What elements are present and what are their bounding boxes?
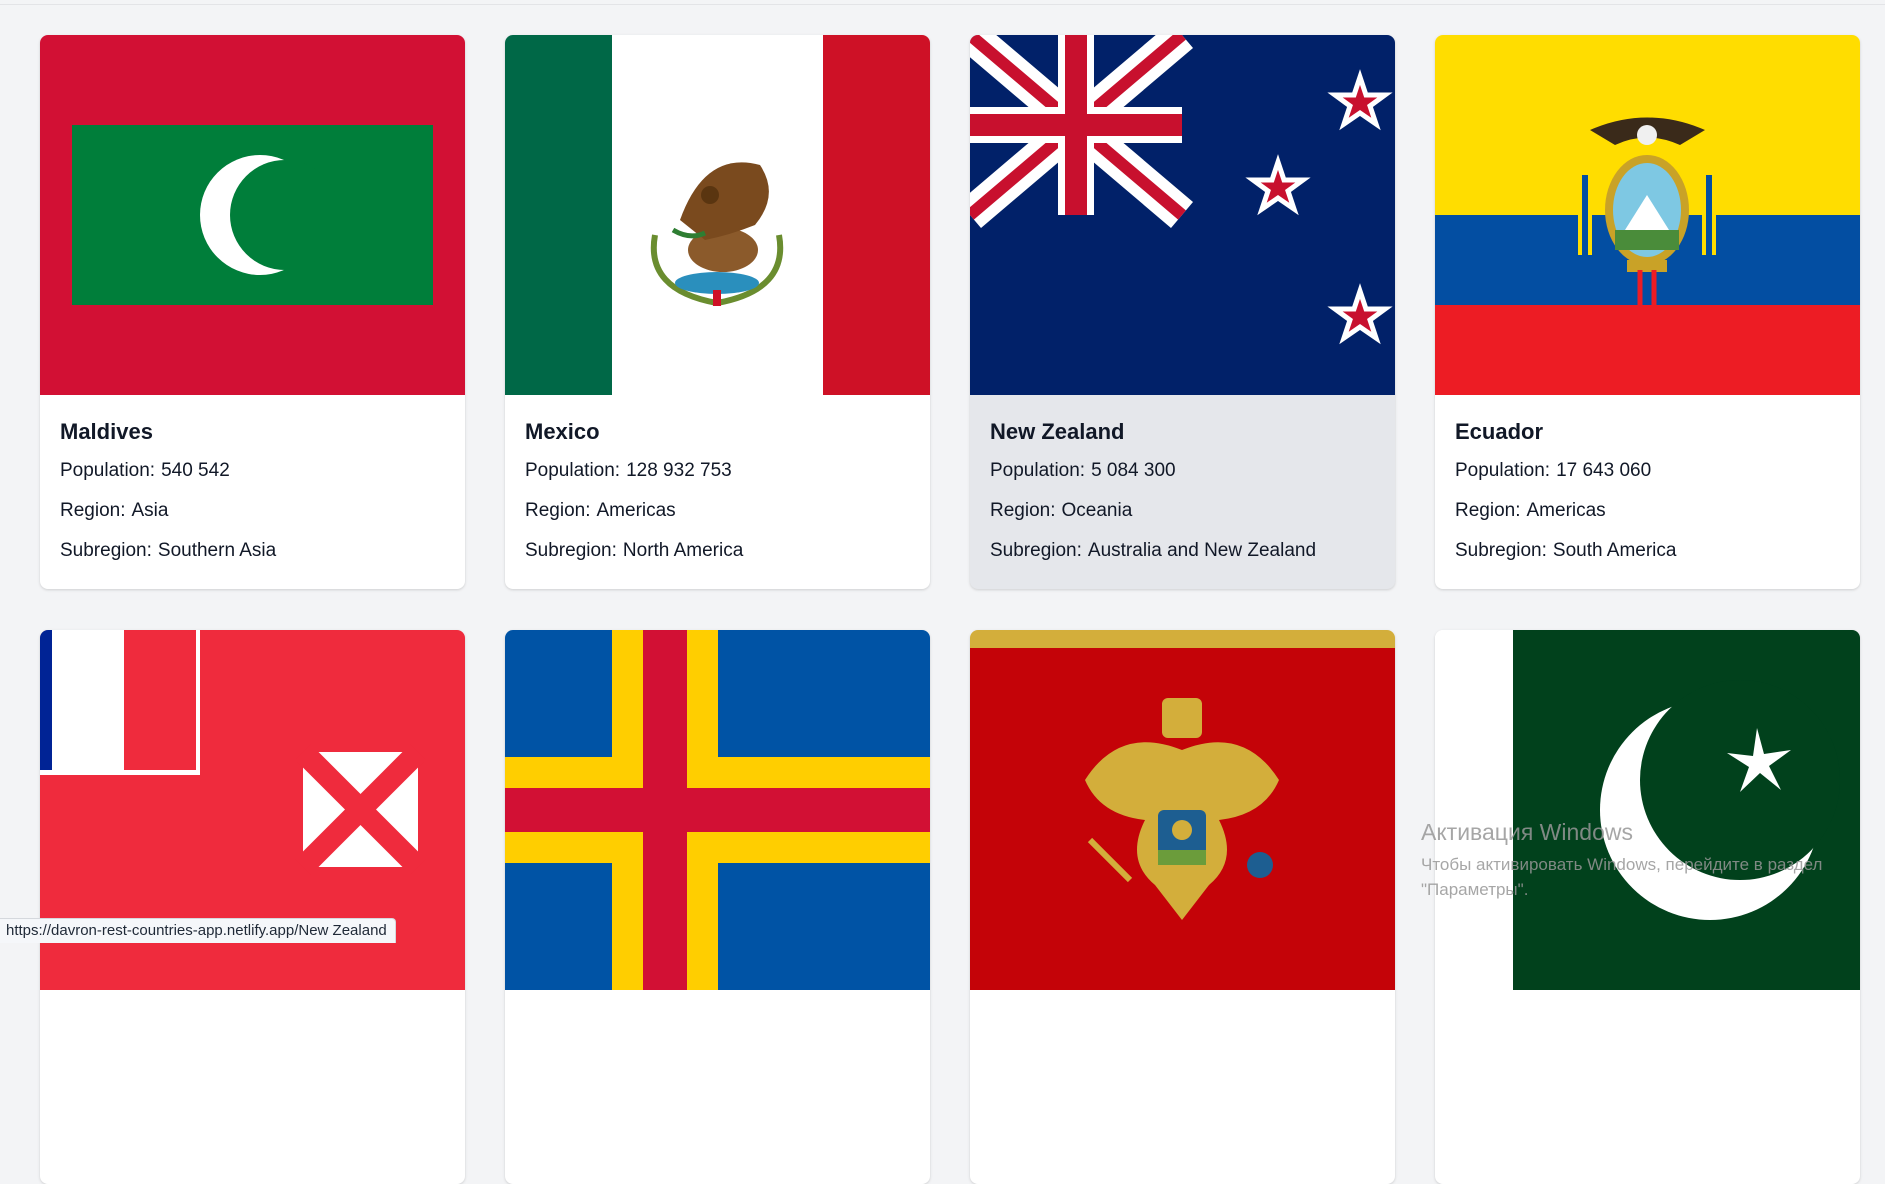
subregion-value: North America — [622, 540, 744, 561]
population-value: 5 084 300 — [1091, 460, 1176, 481]
country-card-aland-islands[interactable] — [505, 630, 930, 1184]
region-label: Region: — [525, 500, 591, 521]
country-card-montenegro[interactable] — [970, 630, 1395, 1184]
region-line: Region: Oceania — [990, 500, 1375, 522]
region-line: Region: Americas — [1455, 500, 1840, 522]
country-card-maldives[interactable]: Maldives Population: 540 542 Region: Asia … — [40, 35, 465, 589]
population-label: Population: — [1455, 460, 1551, 481]
subregion-line: Subregion: South America — [1455, 540, 1840, 562]
aland-islands-flag-icon — [505, 630, 930, 990]
windows-activation-watermark: Активация Windows Чтобы активировать Win… — [1421, 818, 1861, 902]
population-label: Population: — [60, 460, 156, 481]
population-value: 540 542 — [161, 460, 230, 481]
population-line: Population: 128 932 753 — [525, 460, 910, 482]
population-value: 17 643 060 — [1556, 460, 1652, 481]
subregion-label: Subregion: — [1455, 540, 1547, 561]
activation-line-1: Чтобы активировать Windows, перейдите в … — [1421, 855, 1823, 874]
region-label: Region: — [990, 500, 1056, 521]
new-zealand-flag-icon — [970, 35, 1395, 395]
country-name: Ecuador — [1455, 419, 1544, 444]
population-value: 128 932 753 — [626, 460, 732, 481]
subregion-value: Southern Asia — [157, 540, 277, 561]
subregion-line: Subregion: North America — [525, 540, 910, 562]
region-line: Region: Asia — [60, 500, 445, 522]
ecuador-flag-icon — [1435, 35, 1860, 395]
link-status-bar: https://davron-rest-countries-app.netlif… — [0, 918, 396, 943]
region-value: Oceania — [1061, 500, 1133, 521]
subregion-label: Subregion: — [525, 540, 617, 561]
country-card-pakistan[interactable] — [1435, 630, 1860, 1184]
region-value: Asia — [131, 500, 169, 521]
activation-text: Чтобы активировать Windows, перейдите в … — [1421, 852, 1861, 902]
maldives-flag-icon — [40, 35, 465, 395]
subregion-line: Subregion: Southern Asia — [60, 540, 445, 562]
region-label: Region: — [1455, 500, 1521, 521]
population-label: Population: — [525, 460, 621, 481]
country-card-ecuador[interactable]: Ecuador Population: 17 643 060 Region: Ame… — [1435, 35, 1860, 589]
region-label: Region: — [60, 500, 126, 521]
subregion-line: Subregion: Australia and New Zealand — [990, 540, 1375, 562]
activation-title: Активация Windows — [1421, 819, 1633, 845]
subregion-label: Subregion: — [60, 540, 152, 561]
country-name: New Zealand — [990, 419, 1125, 444]
population-line: Population: 5 084 300 — [990, 460, 1375, 482]
country-card-wallis-and-futuna[interactable] — [40, 630, 465, 1184]
pakistan-flag-icon — [1435, 630, 1860, 990]
activation-line-2: "Параметры". — [1421, 880, 1529, 899]
montenegro-flag-icon — [970, 630, 1395, 990]
country-card-new-zealand[interactable]: New Zealand Population: 5 084 300 Region:… — [970, 35, 1395, 589]
region-value: Americas — [596, 500, 676, 521]
country-card-mexico[interactable]: Mexico Population: 128 932 753 Region: Ame… — [505, 35, 930, 589]
population-line: Population: 17 643 060 — [1455, 460, 1840, 482]
region-line: Region: Americas — [525, 500, 910, 522]
subregion-value: Australia and New Zealand — [1087, 540, 1317, 561]
population-label: Population: — [990, 460, 1086, 481]
subregion-value: South America — [1552, 540, 1677, 561]
population-line: Population: 540 542 — [60, 460, 445, 482]
country-name: Mexico — [525, 419, 600, 444]
top-divider — [0, 0, 1885, 5]
mexico-flag-icon — [505, 35, 930, 395]
region-value: Americas — [1526, 500, 1606, 521]
country-name: Maldives — [60, 419, 153, 444]
subregion-label: Subregion: — [990, 540, 1082, 561]
